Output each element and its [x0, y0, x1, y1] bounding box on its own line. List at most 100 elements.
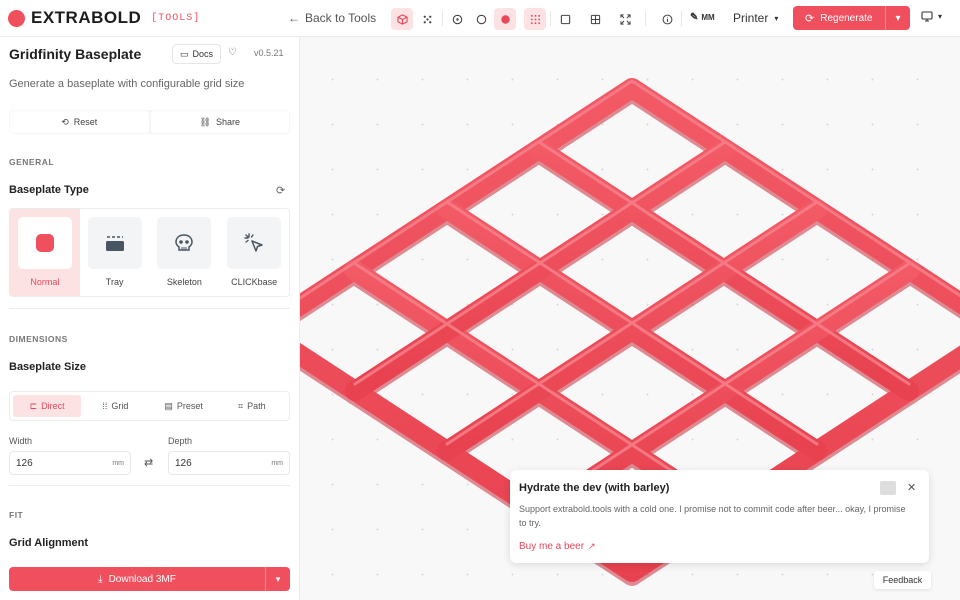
support-toast: Hydrate the dev (with barley) ✕ Support …: [510, 470, 929, 563]
regenerate-button[interactable]: ⟳ Regenerate: [793, 12, 885, 25]
view-points-button[interactable]: [416, 8, 438, 30]
fit-view-button[interactable]: [614, 8, 636, 30]
share-button[interactable]: ⛓ Share: [150, 111, 289, 133]
info-button[interactable]: [656, 8, 678, 30]
type-label: CLICKbase: [231, 277, 278, 287]
solid-button[interactable]: [494, 8, 516, 30]
circle-filled-icon: [500, 14, 510, 24]
tab-direct[interactable]: ⊏ Direct: [13, 395, 82, 417]
expand-icon: [619, 13, 631, 25]
width-label: Width: [9, 436, 33, 446]
view-3d-button[interactable]: [391, 8, 413, 30]
type-thumb: [87, 217, 142, 269]
printer-label: Printer: [733, 11, 769, 25]
top-bar: EXTRABOLD [TOOLS] ← Back to Tools ✎ MM P…: [0, 0, 960, 37]
monitor-icon: [921, 11, 933, 22]
download-button-group: ⤓ Download 3MF ▾: [9, 567, 290, 591]
width-value: 126: [16, 457, 33, 469]
download-label: Download 3MF: [108, 573, 176, 585]
download-3mf-button[interactable]: ⤓ Download 3MF: [9, 574, 265, 585]
outline-button[interactable]: [470, 8, 492, 30]
type-option-skeleton[interactable]: Skeleton: [150, 209, 220, 296]
link-icon: ⛓: [199, 116, 211, 127]
type-thumb: [17, 217, 72, 269]
dots-cluster-icon: [423, 15, 431, 23]
brand-name: EXTRABOLD: [31, 8, 142, 27]
arrow-left-icon: ←: [288, 11, 300, 25]
depth-label: Depth: [168, 436, 193, 446]
heart-icon[interactable]: ♡: [228, 47, 237, 58]
tab-path[interactable]: ⌗ Path: [218, 395, 286, 417]
toolbar-divider: [681, 11, 682, 26]
tab-label: Direct: [41, 401, 65, 411]
target-button[interactable]: [446, 8, 468, 30]
image-icon: [880, 481, 896, 495]
refresh-icon: ⟳: [805, 12, 815, 25]
type-thumb: [227, 217, 282, 269]
grid-alignment-label: Grid Alignment: [9, 537, 89, 549]
version-badge: v0.5.21: [254, 48, 284, 58]
chevron-down-icon: ▾: [895, 12, 901, 24]
action-bar: ⟲ Reset ⛓ Share: [9, 110, 290, 134]
size-mode-tabs: ⊏ Direct ⁞⁞ Grid ▤ Preset ⌗ Path: [9, 391, 290, 421]
frame-button[interactable]: [554, 8, 576, 30]
printer-select[interactable]: Printer ▾: [733, 11, 778, 25]
baseplate-type-selector: Normal Tray Skeleton CLICKbase: [9, 208, 290, 297]
type-option-normal[interactable]: Normal: [10, 209, 80, 296]
preset-icon: ▤: [164, 400, 173, 411]
grid-dots-button[interactable]: [524, 8, 546, 30]
section-dimensions: DIMENSIONS: [9, 334, 68, 344]
depth-unit: mm: [271, 459, 283, 467]
section-divider: [9, 485, 290, 486]
section-divider: [9, 308, 290, 309]
settings-sidebar: Gridfinity Baseplate ▭ Docs ♡ v0.5.21 Ge…: [0, 37, 300, 600]
type-label: Normal: [30, 277, 60, 287]
brand-logo[interactable]: EXTRABOLD [TOOLS]: [8, 8, 200, 28]
regenerate-menu-button[interactable]: ▾: [886, 13, 910, 24]
units-toggle[interactable]: ✎ MM: [690, 12, 715, 23]
reset-button[interactable]: ⟲ Reset: [10, 111, 149, 133]
toast-body: Support extrabold.tools with a cold one.…: [519, 504, 906, 528]
width-input[interactable]: 126 mm: [9, 451, 131, 475]
tab-preset[interactable]: ▤ Preset: [150, 395, 218, 417]
share-label: Share: [215, 117, 240, 127]
grid-dots-icon: ⁞⁞: [102, 401, 108, 411]
tab-label: Path: [247, 401, 266, 411]
reset-label: Reset: [73, 117, 98, 127]
swap-dimensions-icon[interactable]: ⇄: [144, 456, 153, 469]
ruler-pen-icon: ✎: [690, 12, 699, 23]
section-general: GENERAL: [9, 157, 55, 167]
width-unit: mm: [112, 459, 124, 467]
docs-label: Docs: [192, 49, 214, 59]
reset-type-icon[interactable]: ⟳: [276, 184, 285, 197]
section-fit: FIT: [9, 510, 24, 520]
brand-tag: [TOOLS]: [151, 12, 201, 24]
grid-dots-icon: [530, 14, 540, 24]
download-format-menu-button[interactable]: ▾: [266, 574, 290, 585]
feedback-button[interactable]: Feedback: [874, 571, 931, 589]
docs-button[interactable]: ▭ Docs: [172, 44, 222, 64]
download-icon: ⤓: [98, 573, 103, 585]
back-to-tools-link[interactable]: ← Back to Tools: [288, 11, 376, 25]
grid-view-button[interactable]: [584, 8, 606, 30]
buy-beer-link[interactable]: Buy me a beer ↗: [519, 541, 596, 552]
page-subtitle: Generate a baseplate with configurable g…: [9, 78, 245, 90]
skull-icon: [175, 234, 194, 251]
depth-value: 126: [175, 457, 192, 469]
tab-grid[interactable]: ⁞⁞ Grid: [81, 395, 149, 417]
page-title: Gridfinity Baseplate: [9, 46, 142, 62]
close-icon[interactable]: ✕: [907, 481, 916, 494]
circle-outline-icon: [476, 14, 486, 24]
rounded-square-icon: [35, 234, 54, 252]
type-option-clickbase[interactable]: CLICKbase: [219, 209, 289, 296]
type-option-tray[interactable]: Tray: [80, 209, 150, 296]
tray-icon: [105, 236, 124, 251]
type-label: Skeleton: [166, 277, 202, 287]
type-label: Tray: [105, 277, 124, 287]
grid-icon: [590, 14, 600, 24]
depth-input[interactable]: 126 mm: [168, 451, 290, 475]
display-menu-button[interactable]: ▾: [921, 11, 942, 22]
toolbar-divider: [550, 11, 551, 26]
tab-label: Grid: [111, 401, 129, 411]
logo-dot-icon: [8, 9, 25, 27]
